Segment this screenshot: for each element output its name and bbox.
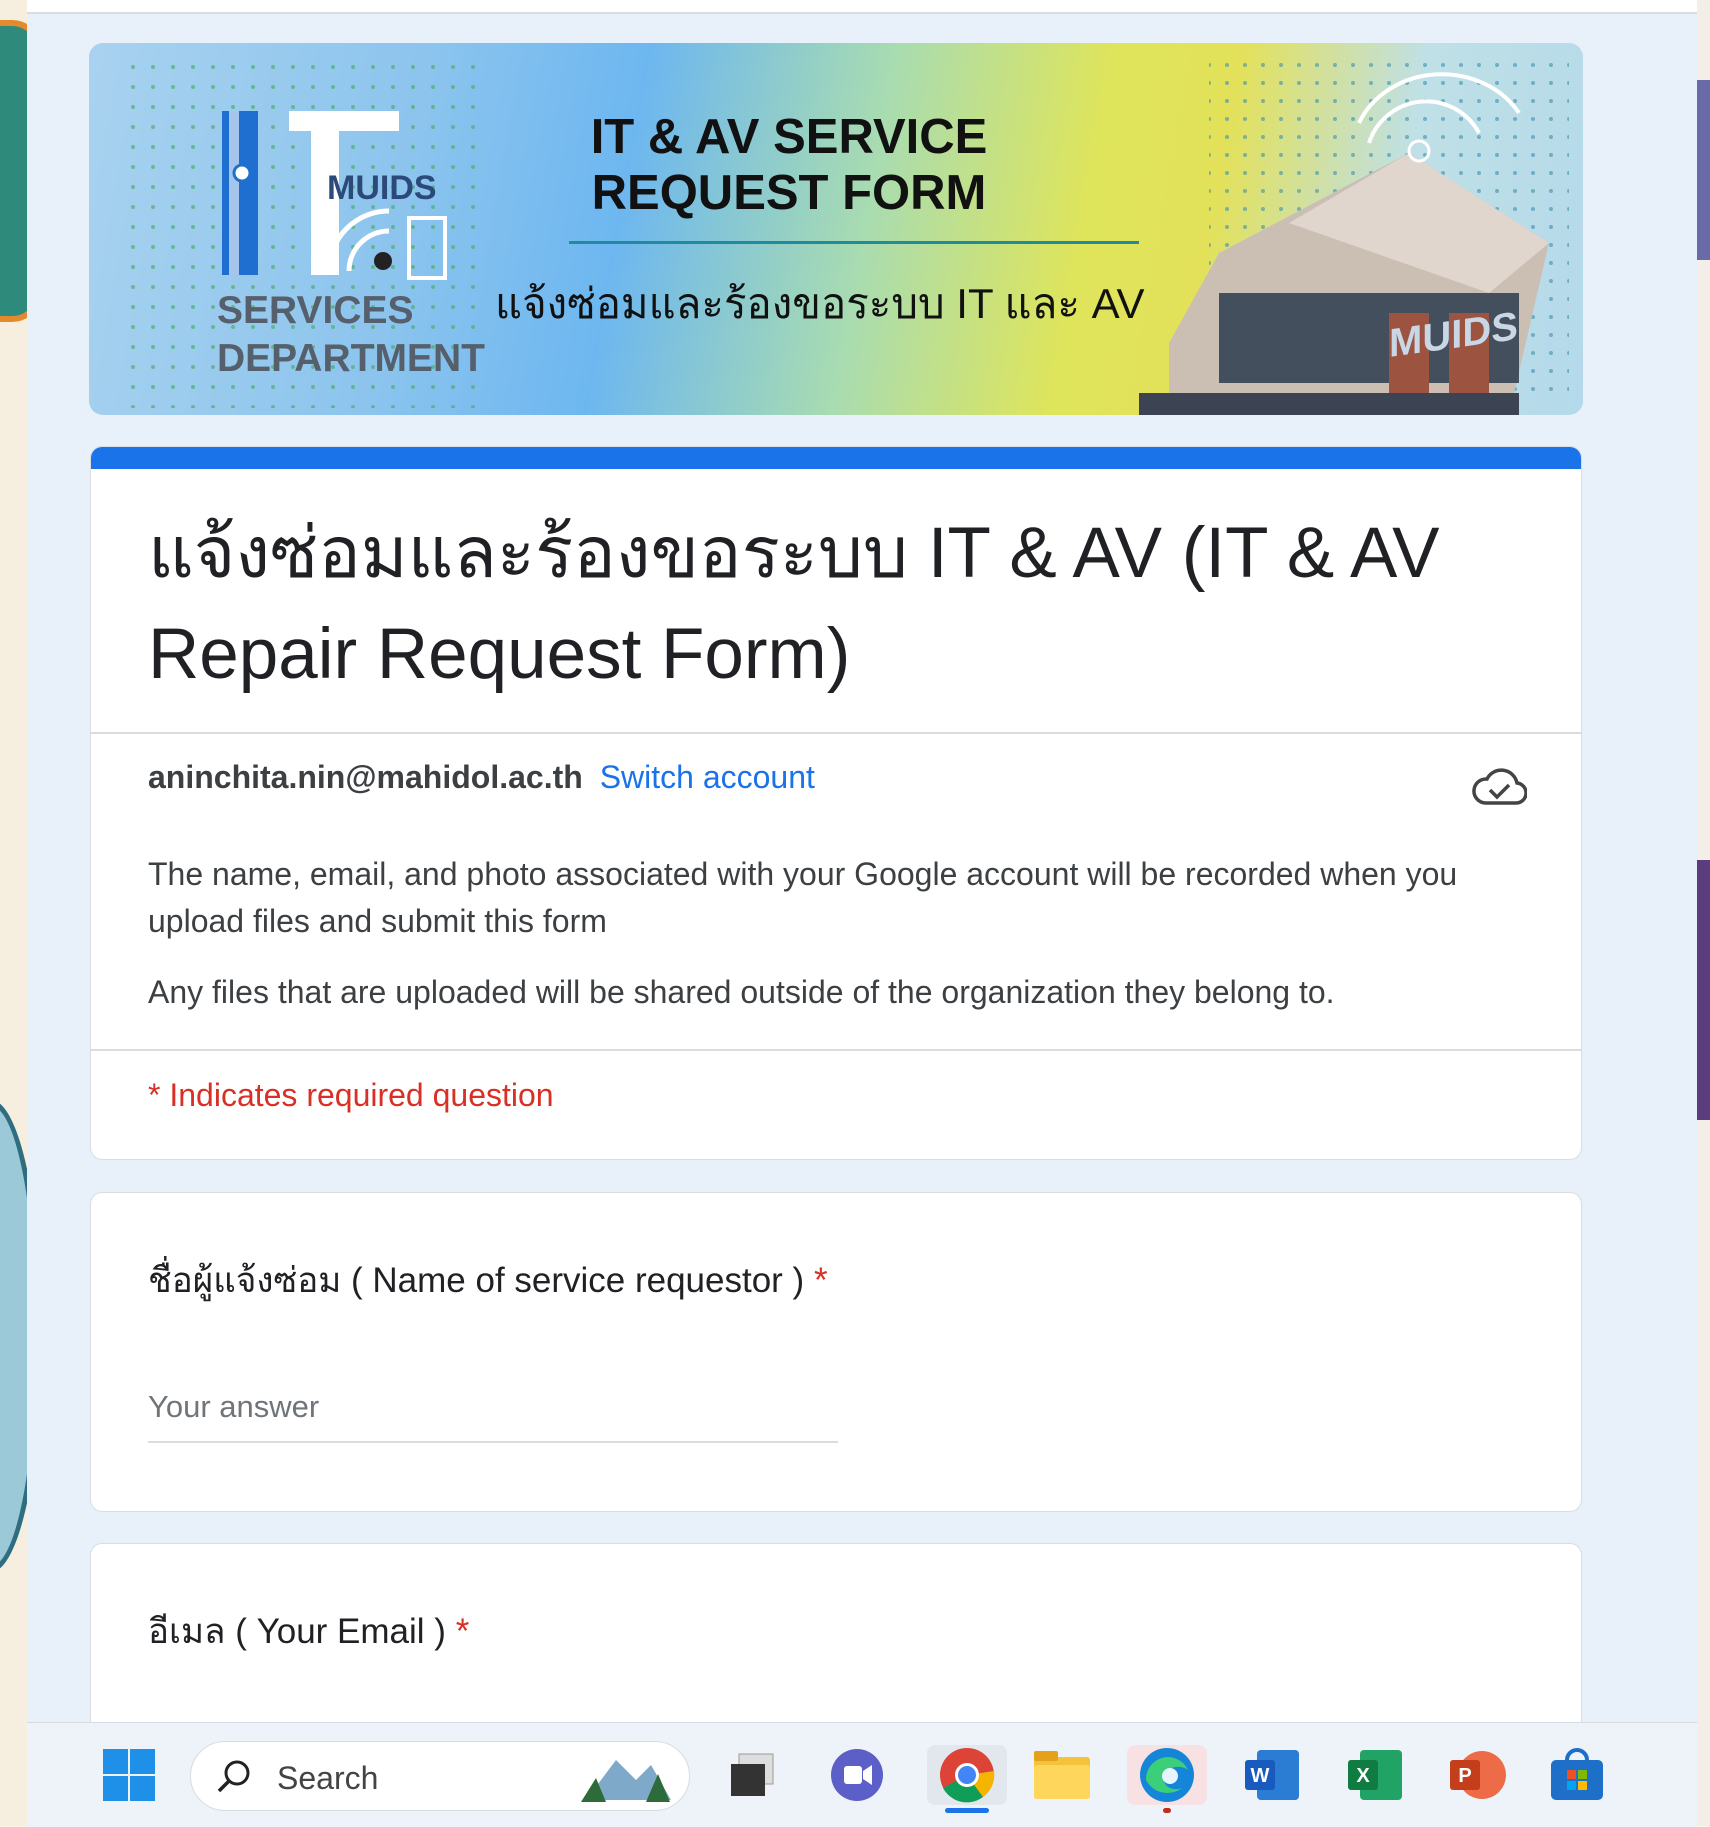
title-divider xyxy=(91,732,1581,734)
browser-top-edge xyxy=(27,0,1697,14)
banner-logo-text: MUIDS xyxy=(327,169,437,207)
chrome-icon[interactable] xyxy=(927,1745,1007,1813)
form-title: แจ้งซ่อมและร้องขอระบบ IT & AV (IT & AV R… xyxy=(148,514,1440,694)
question-text: ชื่อผู้แจ้งซ่อม ( Name of service reques… xyxy=(148,1261,805,1300)
question-card-name: ชื่อผู้แจ้งซ่อม ( Name of service reques… xyxy=(90,1192,1582,1512)
banner-dept-line2: DEPARTMENT xyxy=(217,337,485,380)
desktop-wallpaper-left xyxy=(0,0,30,1826)
name-answer-input[interactable] xyxy=(148,1389,838,1443)
cloud-saved-icon xyxy=(1472,768,1527,805)
form-title-card: แจ้งซ่อมและร้องขอระบบ IT & AV (IT & AV R… xyxy=(90,446,1582,1160)
svg-text:W: W xyxy=(1251,1765,1270,1787)
account-email: aninchita.nin@mahidol.ac.th xyxy=(148,759,583,795)
banner-title: IT & AV SERVICE REQUEST FORM xyxy=(559,109,1019,221)
form-header-banner: MUIDS SERVICES DEPARTMENT IT & AV SERVIC… xyxy=(89,43,1583,415)
required-question-note: * Indicates required question xyxy=(148,1077,554,1113)
windows-taskbar: Search W X P xyxy=(27,1722,1697,1827)
file-explorer-icon[interactable] xyxy=(1032,1745,1092,1805)
svg-text:P: P xyxy=(1458,1765,1471,1787)
teams-icon[interactable] xyxy=(827,1745,887,1805)
banner-title-line2: REQUEST FORM xyxy=(591,166,987,220)
banner-subtitle: แจ้งซ่อมและร้องขอระบบ IT และ AV xyxy=(495,280,1145,327)
banner-title-line1: IT & AV SERVICE xyxy=(590,110,988,164)
microsoft-store-icon[interactable] xyxy=(1547,1745,1607,1805)
switch-account-link[interactable]: Switch account xyxy=(600,759,815,795)
browser-viewport: MUIDS SERVICES DEPARTMENT IT & AV SERVIC… xyxy=(27,0,1697,1722)
file-sharing-notice: Any files that are uploaded will be shar… xyxy=(148,974,1335,1010)
excel-icon[interactable]: X xyxy=(1345,1745,1405,1805)
required-asterisk: * xyxy=(455,1612,470,1651)
search-icon xyxy=(217,1760,250,1793)
word-icon[interactable]: W xyxy=(1242,1745,1302,1805)
privacy-notice: The name, email, and photo associated wi… xyxy=(148,856,1458,939)
form-accent-bar xyxy=(91,447,1581,469)
task-view-icon[interactable] xyxy=(722,1745,782,1805)
notice-divider xyxy=(91,1049,1581,1051)
question-card-email: อีเมล ( Your Email ) * xyxy=(90,1543,1582,1722)
question-label-email: อีเมล ( Your Email ) * xyxy=(148,1604,469,1659)
taskbar-search-box[interactable]: Search xyxy=(190,1741,690,1811)
required-asterisk: * xyxy=(813,1261,828,1300)
search-highlight-icon xyxy=(581,1760,671,1802)
powerpoint-icon[interactable]: P xyxy=(1447,1745,1507,1805)
banner-dept-line1: SERVICES xyxy=(217,289,414,332)
question-text: อีเมล ( Your Email ) xyxy=(148,1612,446,1651)
search-placeholder: Search xyxy=(277,1760,379,1796)
banner-department: SERVICES DEPARTMENT xyxy=(217,287,485,383)
desktop-wallpaper-right xyxy=(1696,0,1710,1826)
question-label-name: ชื่อผู้แจ้งซ่อม ( Name of service reques… xyxy=(148,1253,828,1308)
account-row: aninchita.nin@mahidol.ac.th Switch accou… xyxy=(148,759,815,796)
svg-text:X: X xyxy=(1356,1765,1370,1787)
banner-divider xyxy=(569,241,1139,244)
edge-icon[interactable] xyxy=(1127,1745,1207,1813)
windows-start-icon[interactable] xyxy=(99,1745,159,1805)
